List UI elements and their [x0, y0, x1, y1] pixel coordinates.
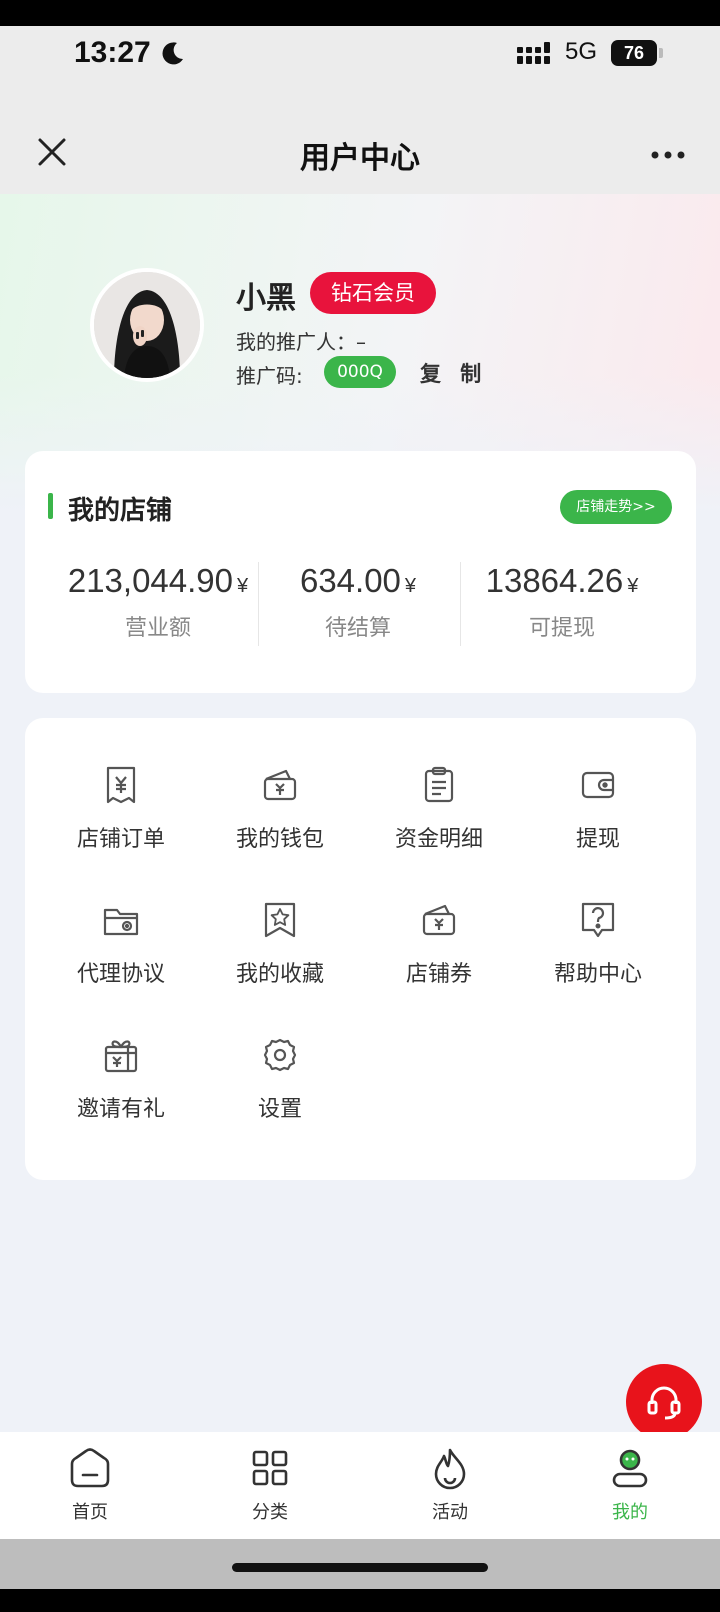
menu-item-label: 帮助中心 [553, 962, 642, 987]
vip-badge: 钻石会员 [310, 272, 436, 314]
signal-icon [517, 42, 550, 64]
menu-item-agent-agreement[interactable]: 代理协议 [56, 900, 186, 988]
gift-icon [104, 1040, 138, 1073]
menu-item-label: 代理协议 [76, 962, 165, 987]
stat-revenue[interactable]: 213,044.90 ¥ 营业额 [58, 562, 258, 642]
clipboard-icon [424, 766, 454, 803]
tab-label: 活动 [432, 1502, 468, 1523]
bottom-black-edge [0, 1589, 720, 1612]
menu-item-label: 设置 [257, 1097, 302, 1122]
menu-item-label: 店铺券 [405, 962, 472, 987]
tab-label: 我的 [612, 1502, 648, 1523]
stat-withdrawable[interactable]: 13864.26 ¥ 可提现 [462, 562, 662, 642]
coupon-icon [422, 904, 456, 936]
top-black-edge [0, 0, 720, 26]
menu-item-label: 资金明细 [394, 827, 483, 852]
stat-value: 634.00 [299, 562, 401, 599]
receipt-yen-icon [106, 766, 136, 804]
grid-icon [252, 1450, 288, 1486]
menu-item-label: 店铺订单 [76, 827, 165, 852]
shop-trend-button[interactable]: 店铺走势>> [560, 490, 672, 524]
stat-unit: ¥ [627, 575, 639, 597]
menu-item-label: 邀请有礼 [76, 1097, 165, 1122]
avatar[interactable] [90, 268, 204, 382]
menu-item-my-wallet[interactable]: 我的钱包 [215, 765, 345, 853]
menu-item-label: 我的收藏 [235, 962, 324, 987]
user-icon [612, 1449, 648, 1488]
stat-pending[interactable]: 634.00 ¥ 待结算 [258, 562, 458, 642]
menu-item-shop-orders[interactable]: 店铺订单 [56, 765, 186, 853]
home-icon [70, 1448, 110, 1488]
stat-label: 待结算 [324, 616, 391, 641]
menu-item-label: 提现 [575, 827, 620, 852]
customer-service-button[interactable] [626, 1364, 702, 1440]
username: 小黑 [236, 281, 296, 316]
stat-label: 营业额 [124, 616, 191, 641]
flame-icon [434, 1448, 466, 1490]
menu-item-shop-coupons[interactable]: 店铺券 [374, 900, 504, 988]
page-title: 用户中心 [300, 141, 420, 176]
battery-indicator: 76 [611, 40, 663, 66]
menu-item-withdraw[interactable]: 提现 [533, 765, 663, 853]
help-icon [581, 902, 615, 938]
stat-value: 213,044.90 [67, 562, 234, 599]
moon-icon [162, 42, 183, 65]
more-icon[interactable] [650, 150, 686, 160]
stat-unit: ¥ [237, 575, 249, 597]
stat-label: 可提现 [528, 616, 595, 641]
tab-label: 首页 [72, 1502, 108, 1523]
gear-icon [263, 1038, 297, 1072]
tab-label: 分类 [252, 1502, 288, 1523]
status-time: 13:27 [74, 36, 151, 69]
tab-activities[interactable]: 活动 [390, 1446, 510, 1524]
wallet-icon [581, 771, 615, 799]
headset-icon [647, 1386, 681, 1420]
folder-icon [103, 908, 139, 936]
stat-value: 13864.26 [485, 562, 624, 599]
stat-unit: ¥ [404, 575, 417, 597]
menu-item-favorites[interactable]: 我的收藏 [215, 900, 345, 988]
menu-item-fund-details[interactable]: 资金明细 [374, 765, 504, 853]
home-indicator[interactable] [232, 1563, 488, 1572]
menu-item-settings[interactable]: 设置 [215, 1035, 345, 1123]
promo-code-label: 推广码: [236, 364, 303, 388]
stat-divider [460, 562, 461, 646]
menu-item-label: 我的钱包 [235, 827, 324, 852]
tab-home[interactable]: 首页 [30, 1446, 150, 1524]
tab-mine[interactable]: 我的 [570, 1446, 690, 1524]
wallet-yen-icon [263, 769, 297, 801]
promo-code-badge: 000Q [324, 356, 396, 388]
network-type: 5G [565, 38, 598, 65]
avatar-image [94, 272, 200, 378]
copy-button[interactable]: 复 制 [420, 358, 487, 388]
tab-categories[interactable]: 分类 [210, 1446, 330, 1524]
star-bookmark-icon [264, 902, 296, 938]
menu-item-help-center[interactable]: 帮助中心 [533, 900, 663, 988]
promoter-text: 我的推广人：– [236, 330, 366, 354]
menu-item-invite[interactable]: 邀请有礼 [56, 1035, 186, 1123]
shop-title: 我的店铺 [68, 496, 173, 526]
section-accent-bar [48, 493, 53, 519]
